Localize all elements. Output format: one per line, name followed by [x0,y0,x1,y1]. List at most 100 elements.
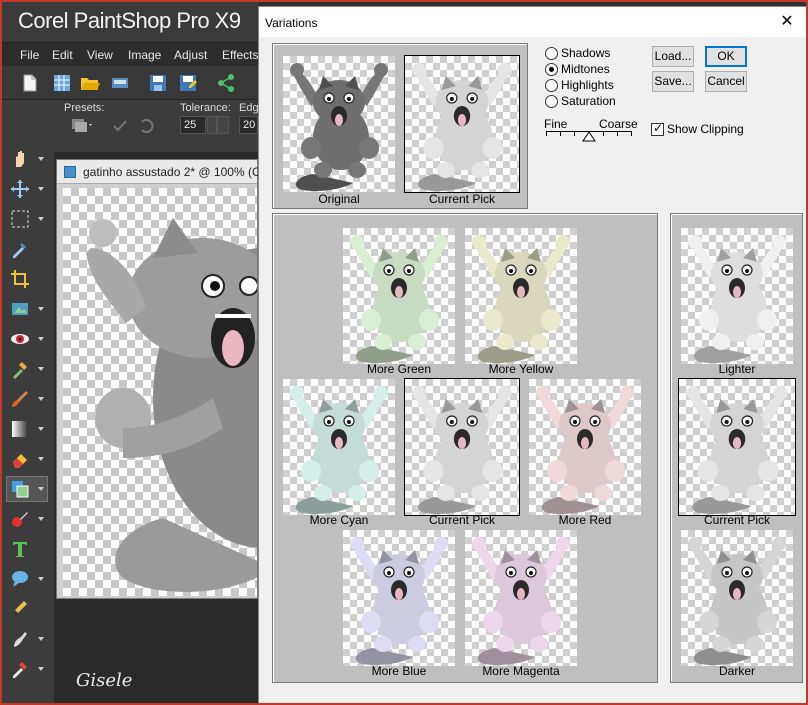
thumb-more-yellow-label: More Yellow [488,362,554,376]
thumb-more-cyan[interactable] [283,379,395,515]
save-button[interactable]: Save... [652,71,694,92]
brush-icon[interactable] [10,389,30,409]
cat-thumbnail-image [472,235,570,363]
thumb-more-yellow[interactable] [465,228,577,364]
open-icon[interactable] [80,73,100,93]
thumb-original-label: Original [318,192,360,206]
presets-label: Presets: [64,102,105,114]
brightness-panel: Lighter Current Pick Darker [670,213,803,683]
eyedropper-tool-menu-icon[interactable] [38,667,44,671]
thumb-more-green[interactable] [343,228,455,364]
gradient-icon[interactable] [10,419,30,439]
thumb-current-pick-color[interactable] [404,378,520,516]
thumb-current-pick-brightness[interactable] [678,378,796,516]
document-titlebar[interactable]: gatinho assustado 2* @ 100% (Co [57,160,267,184]
presets-dropdown-icon[interactable] [70,116,94,134]
eraser-tool-menu-icon[interactable] [38,457,44,461]
text-icon[interactable] [10,539,30,559]
move-tool-menu-icon[interactable] [38,187,44,191]
retouch-icon[interactable] [10,509,30,529]
tolerance-dropdown[interactable] [217,116,229,134]
new-icon[interactable] [20,73,40,93]
thumb-current-pick-brightness-label: Current Pick [703,513,771,527]
cat-thumbnail-image [350,235,448,363]
dialog-title: Variations [265,16,318,30]
radio-saturation-label[interactable]: Saturation [561,94,616,108]
standard-toolbar [2,66,258,100]
thumb-darker-label: Darker [718,664,755,678]
radio-shadows[interactable] [545,47,558,60]
thumb-more-blue[interactable] [343,530,455,666]
straighten-icon[interactable] [10,299,30,319]
cat-thumbnail-image [688,235,786,363]
scan-icon[interactable] [110,73,130,93]
thumb-more-magenta[interactable] [465,530,577,666]
menu-effects[interactable]: Effects [222,48,258,62]
save-as-icon[interactable] [178,73,198,93]
thumb-lighter-label: Lighter [718,362,756,376]
eraser-icon[interactable] [10,449,30,469]
menu-image[interactable]: Image [128,48,161,62]
close-icon[interactable]: ✕ [773,10,801,34]
eyedropper-icon[interactable] [10,659,30,679]
gradient-tool-menu-icon[interactable] [38,427,44,431]
cancel-button[interactable]: Cancel [705,71,747,92]
pen-icon[interactable] [10,599,30,619]
radio-highlights-label[interactable]: Highlights [561,78,614,92]
menu-file[interactable]: File [20,48,39,62]
radio-midtones-label[interactable]: Midtones [561,62,610,76]
thumb-more-red[interactable] [529,379,641,515]
menu-adjust[interactable]: Adjust [174,48,207,62]
cat-thumbnail-image [412,63,512,191]
thumb-current-pick-label: Current Pick [428,192,496,206]
selection-tool-menu-icon[interactable] [38,217,44,221]
menu-edit[interactable]: Edit [52,48,73,62]
variations-dialog: Variations ✕ Original Current Pick Shado… [258,6,806,703]
crop-icon[interactable] [10,269,30,289]
pan-icon[interactable] [10,149,30,169]
screen: Corel PaintShop Pro X9 File Edit View Im… [0,0,808,705]
thumb-darker[interactable] [681,530,793,666]
move-icon[interactable] [10,179,30,199]
share-icon[interactable] [216,73,236,93]
thumb-lighter[interactable] [681,228,793,364]
menu-view[interactable]: View [87,48,113,62]
retouch-tool-menu-icon[interactable] [38,517,44,521]
makeover-icon[interactable] [10,359,30,379]
smudge-tool-menu-icon[interactable] [38,637,44,641]
red-eye-icon[interactable] [10,329,30,349]
makeover-tool-menu-icon[interactable] [38,367,44,371]
show-clipping-label[interactable]: Show Clipping [667,122,744,136]
tolerance-spinner[interactable] [207,116,217,134]
straighten-tool-menu-icon[interactable] [38,307,44,311]
selection-icon[interactable] [10,209,30,229]
radio-saturation[interactable] [545,95,558,108]
red-eye-tool-menu-icon[interactable] [38,337,44,341]
brush-tool-menu-icon[interactable] [38,397,44,401]
apply-check-icon[interactable] [112,118,128,134]
slider-thumb-icon[interactable] [582,132,596,142]
load-button[interactable]: Load... [652,46,694,67]
reset-icon[interactable] [138,118,154,134]
radio-midtones[interactable] [545,63,558,76]
shape-tool-menu-icon[interactable] [38,577,44,581]
radio-highlights[interactable] [545,79,558,92]
tolerance-input[interactable]: 25 [180,116,206,134]
pan-tool-menu-icon[interactable] [38,157,44,161]
flood-fill-icon[interactable] [10,479,30,499]
grid-icon[interactable] [52,73,72,93]
shape-icon[interactable] [10,569,30,589]
save-icon[interactable] [148,73,168,93]
dialog-titlebar[interactable]: Variations ✕ [259,7,806,37]
dropper-icon[interactable] [10,239,30,259]
edge-input[interactable]: 20 [239,116,258,134]
show-clipping-checkbox[interactable] [651,121,664,136]
radio-shadows-label[interactable]: Shadows [561,46,610,60]
smudge-icon[interactable] [10,629,30,649]
flood-fill-tool-menu-icon[interactable] [38,487,44,491]
document-window[interactable]: gatinho assustado 2* @ 100% (Co [56,159,267,599]
document-canvas[interactable] [63,188,257,596]
thumb-original [283,56,395,192]
ok-button[interactable]: OK [705,46,747,67]
cat-image [86,218,257,592]
